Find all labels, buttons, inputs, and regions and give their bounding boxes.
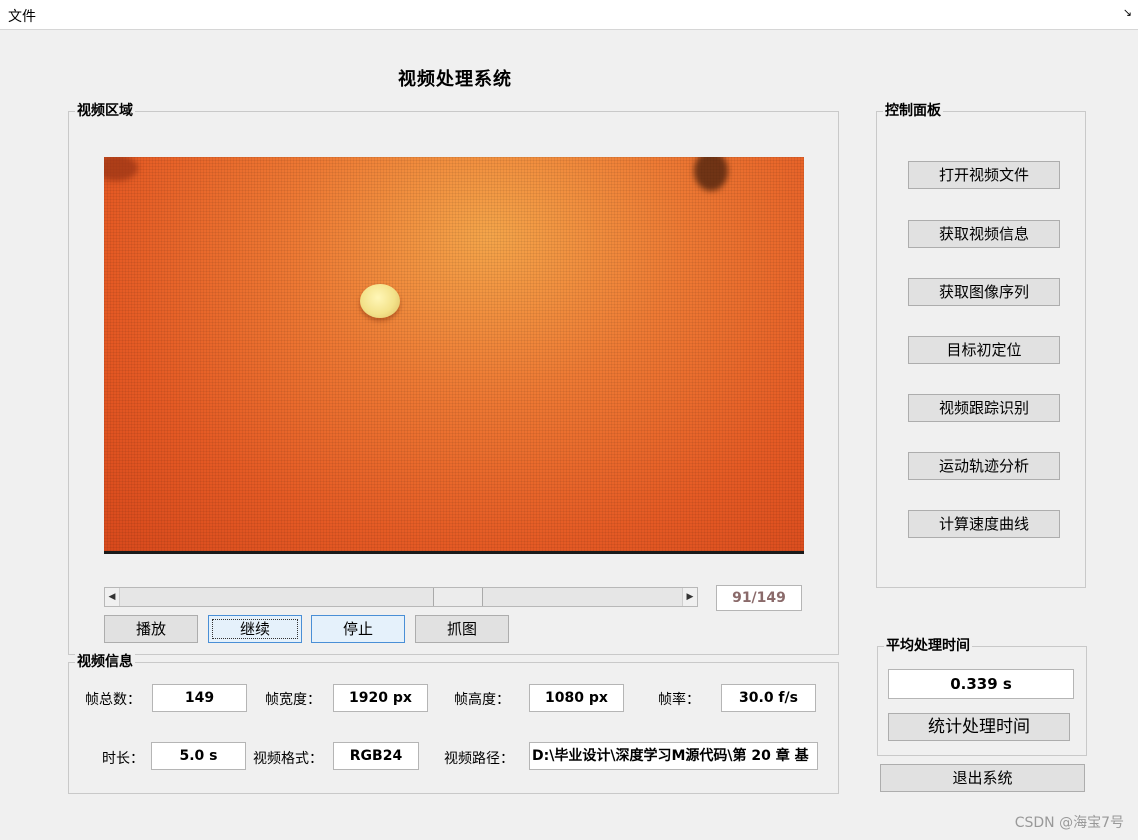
fps-label: 帧率： <box>658 692 700 708</box>
avg-time-panel: 平均处理时间 0.339 s 统计处理时间 <box>877 637 1087 756</box>
format-value: RGB24 <box>333 742 419 770</box>
format-label: 视频格式： <box>253 751 323 767</box>
corner-resize-icon[interactable]: ↘ <box>1123 6 1132 19</box>
frame-counter: 91/149 <box>716 585 802 611</box>
trajectory-analysis-button[interactable]: 运动轨迹分析 <box>908 452 1060 480</box>
capture-button[interactable]: 抓图 <box>415 615 509 643</box>
ping-pong-ball <box>360 284 400 318</box>
speed-curve-button[interactable]: 计算速度曲线 <box>908 510 1060 538</box>
page-title: 视频处理系统 <box>398 69 512 90</box>
resume-button[interactable]: 继续 <box>208 615 302 643</box>
path-label: 视频路径： <box>444 751 514 767</box>
menu-file[interactable]: 文件 <box>8 6 36 26</box>
menu-bar: 文件 ↘ <box>0 0 1138 30</box>
play-button[interactable]: 播放 <box>104 615 198 643</box>
avg-time-value: 0.339 s <box>888 669 1074 699</box>
exit-button[interactable]: 退出系统 <box>880 764 1085 792</box>
carpet-texture <box>104 157 804 551</box>
frame-height-label: 帧高度： <box>454 692 510 708</box>
video-frame-display <box>104 157 804 554</box>
video-area-title: 视频区域 <box>75 102 135 120</box>
frame-slider[interactable]: ◀ ▶ <box>104 587 698 607</box>
control-panel-title: 控制面板 <box>883 102 943 120</box>
slider-right-arrow-icon[interactable]: ▶ <box>682 588 697 606</box>
slider-thumb[interactable] <box>433 588 483 606</box>
duration-label: 时长： <box>102 751 144 767</box>
total-frames-value: 149 <box>152 684 247 712</box>
video-tracking-button[interactable]: 视频跟踪识别 <box>908 394 1060 422</box>
frame-width-label: 帧宽度： <box>265 692 321 708</box>
slider-left-arrow-icon[interactable]: ◀ <box>105 588 120 606</box>
target-locate-button[interactable]: 目标初定位 <box>908 336 1060 364</box>
frame-height-value: 1080 px <box>529 684 624 712</box>
fps-value: 30.0 f/s <box>721 684 816 712</box>
duration-value: 5.0 s <box>151 742 246 770</box>
open-video-button[interactable]: 打开视频文件 <box>908 161 1060 189</box>
control-panel: 控制面板 打开视频文件 获取视频信息 获取图像序列 目标初定位 视频跟踪识别 运… <box>876 102 1086 588</box>
get-video-info-button[interactable]: 获取视频信息 <box>908 220 1060 248</box>
video-area-panel: 视频区域 ◀ ▶ 91/149 播放 继续 停止 抓图 <box>68 102 839 655</box>
compute-time-button[interactable]: 统计处理时间 <box>888 713 1070 741</box>
avg-time-title: 平均处理时间 <box>884 637 972 655</box>
video-info-panel: 视频信息 帧总数： 149 帧宽度： 1920 px 帧高度： 1080 px … <box>68 653 839 794</box>
get-image-sequence-button[interactable]: 获取图像序列 <box>908 278 1060 306</box>
watermark: CSDN @海宝7号 <box>1014 815 1124 831</box>
frame-width-value: 1920 px <box>333 684 428 712</box>
stop-button[interactable]: 停止 <box>311 615 405 643</box>
path-value: D:\毕业设计\深度学习M源代码\第 20 章 基 <box>529 742 818 770</box>
total-frames-label: 帧总数： <box>85 692 141 708</box>
video-info-title: 视频信息 <box>75 653 135 671</box>
